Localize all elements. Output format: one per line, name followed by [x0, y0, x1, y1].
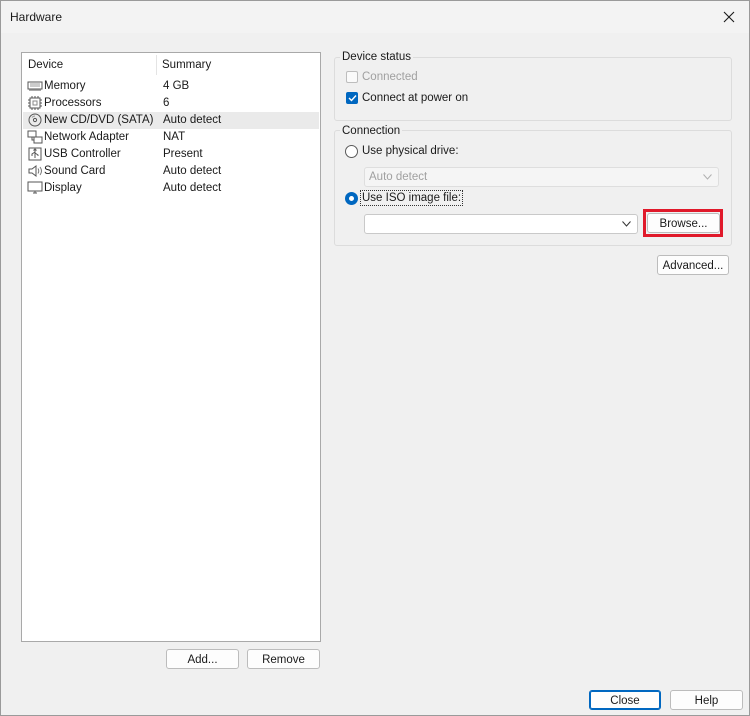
device-row-processors[interactable]: Processors 6	[23, 95, 319, 112]
device-name: USB Controller	[44, 148, 121, 160]
device-row-network-adapter[interactable]: Network Adapter NAT	[23, 129, 319, 146]
browse-highlight	[643, 209, 723, 237]
display-icon	[27, 181, 43, 194]
title-bar: Hardware	[1, 1, 749, 33]
use-physical-drive-label: Use physical drive:	[362, 145, 459, 157]
processor-icon	[28, 96, 42, 110]
close-button[interactable]: Close	[589, 690, 661, 710]
device-status-group	[334, 57, 732, 121]
iso-path-combobox[interactable]	[364, 214, 638, 234]
device-name: Network Adapter	[44, 131, 130, 143]
device-row-memory[interactable]: Memory 4 GB	[23, 78, 319, 95]
chevron-down-icon	[703, 174, 712, 180]
device-name: Memory	[44, 80, 86, 92]
close-icon	[723, 11, 735, 23]
physical-drive-select[interactable]: Auto detect	[364, 167, 719, 187]
device-summary: Present	[163, 148, 203, 160]
device-name: New CD/DVD (SATA)	[44, 114, 154, 126]
memory-icon	[27, 81, 43, 91]
connected-checkbox[interactable]	[346, 71, 358, 83]
connect-at-power-on-label: Connect at power on	[362, 92, 469, 104]
use-iso-image-label: Use ISO image file:	[359, 190, 464, 206]
chevron-down-icon	[622, 221, 631, 227]
device-name: Display	[44, 182, 82, 194]
physical-drive-value: Auto detect	[369, 171, 428, 183]
device-row-sound-card[interactable]: Sound Card Auto detect	[23, 163, 319, 180]
use-physical-drive-radio[interactable]	[345, 145, 358, 158]
hardware-dialog: Hardware Device Summary Memory 4 GB Proc…	[0, 0, 750, 716]
help-button[interactable]: Help	[670, 690, 743, 710]
remove-button[interactable]: Remove	[247, 649, 320, 669]
device-name: Sound Card	[44, 165, 106, 177]
device-list[interactable]: Device Summary Memory 4 GB Processors 6 …	[21, 52, 321, 642]
column-header-summary[interactable]: Summary	[162, 59, 211, 71]
list-header: Device Summary	[22, 53, 320, 77]
column-divider[interactable]	[156, 55, 157, 75]
use-iso-image-radio[interactable]	[345, 192, 358, 205]
window-title: Hardware	[10, 10, 63, 24]
sound-card-icon	[28, 165, 42, 177]
device-summary: NAT	[163, 131, 186, 143]
device-summary: 4 GB	[163, 80, 190, 92]
close-window-button[interactable]	[709, 1, 749, 33]
device-summary: Auto detect	[163, 165, 222, 177]
device-status-label: Device status	[340, 51, 414, 63]
network-adapter-icon	[27, 130, 43, 144]
checkmark-icon	[348, 95, 357, 102]
connect-at-power-on-checkbox[interactable]	[346, 92, 358, 104]
cd-dvd-icon	[28, 113, 42, 127]
device-row-usb-controller[interactable]: USB Controller Present	[23, 146, 319, 163]
usb-controller-icon	[28, 147, 42, 161]
device-name: Processors	[44, 97, 102, 109]
device-summary: 6	[163, 97, 170, 109]
device-row-display[interactable]: Display Auto detect	[23, 180, 319, 197]
connected-label: Connected	[362, 71, 418, 83]
connection-label: Connection	[340, 125, 403, 137]
column-header-device[interactable]: Device	[28, 59, 63, 71]
device-summary: Auto detect	[163, 114, 222, 126]
advanced-button[interactable]: Advanced...	[657, 255, 729, 275]
add-button[interactable]: Add...	[166, 649, 239, 669]
device-row-cd-dvd[interactable]: New CD/DVD (SATA) Auto detect	[23, 112, 319, 129]
device-summary: Auto detect	[163, 182, 222, 194]
